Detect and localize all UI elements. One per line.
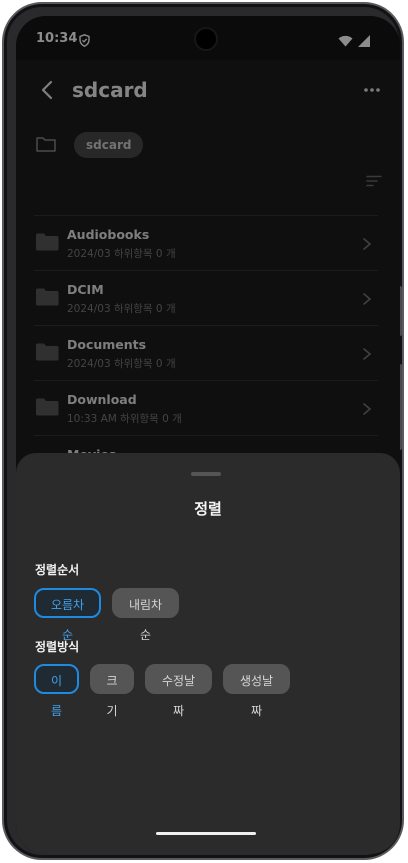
sort-method-name-chip[interactable]: 이름 [34,664,79,718]
screen: 10:34 sdcard sdcard Audiobooks 2024/03 하… [16,16,400,854]
sort-order-descending-chip[interactable]: 내림차순 [112,588,179,642]
sort-bottom-sheet: 정렬 정렬순서 오름차순 내림차순 정렬방식 이름 크기 수정날짜 생성날짜 [16,453,400,854]
sort-method-created-chip[interactable]: 생성날짜 [223,664,290,718]
sort-order-ascending-chip[interactable]: 오름차순 [34,588,101,642]
sort-order-label: 정렬순서 [35,563,80,577]
gesture-nav-bar[interactable] [156,832,256,835]
sort-method-size-chip[interactable]: 크기 [90,664,134,718]
drag-handle[interactable] [191,472,221,476]
sort-method-modified-chip[interactable]: 수정날짜 [145,664,212,718]
sort-method-label: 정렬방식 [35,640,80,654]
phone-frame: 10:34 sdcard sdcard Audiobooks 2024/03 하… [2,2,404,860]
sheet-title: 정렬 [194,500,222,518]
